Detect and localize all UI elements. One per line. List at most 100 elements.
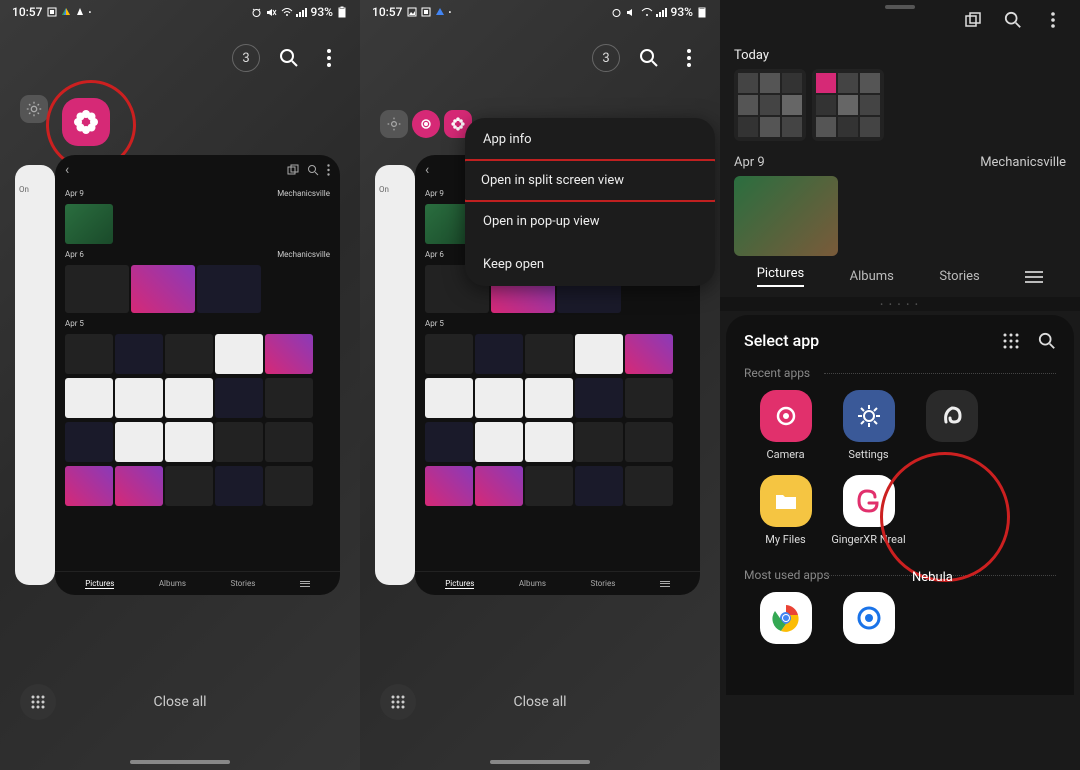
- app-chrome[interactable]: [744, 592, 827, 650]
- app-nebula[interactable]: .: [910, 390, 993, 461]
- photo-thumb[interactable]: [65, 466, 113, 506]
- menu-app-info[interactable]: App info: [465, 118, 715, 161]
- photo-thumb[interactable]: [425, 422, 473, 462]
- app-camera[interactable]: Camera: [744, 390, 827, 461]
- back-icon[interactable]: ‹: [425, 162, 429, 178]
- close-all-button[interactable]: Close all: [153, 694, 206, 710]
- photo-thumb[interactable]: [575, 334, 623, 374]
- back-icon[interactable]: ‹: [65, 162, 69, 178]
- card-more-icon[interactable]: [327, 164, 330, 176]
- more-icon[interactable]: [1042, 9, 1064, 31]
- drag-handle[interactable]: [885, 5, 915, 9]
- home-indicator[interactable]: [490, 760, 590, 764]
- photo-thumb[interactable]: [525, 334, 573, 374]
- photo-thumb[interactable]: [734, 176, 838, 256]
- recents-card-gallery[interactable]: ‹ Apr 9 Mechanicsville Apr 6 Mechanicsvi…: [55, 155, 340, 595]
- photo-thumb[interactable]: [131, 265, 195, 313]
- recents-count-badge[interactable]: 3: [592, 44, 620, 72]
- card-search-icon[interactable]: [307, 164, 319, 176]
- app-authenticator[interactable]: [827, 592, 910, 650]
- card-multi-window-icon[interactable]: [287, 164, 299, 176]
- more-icon[interactable]: [678, 47, 700, 69]
- photo-thumb[interactable]: [215, 378, 263, 418]
- photo-thumb[interactable]: [525, 466, 573, 506]
- camera-app-icon[interactable]: [412, 110, 440, 138]
- photo-thumb[interactable]: [425, 378, 473, 418]
- tab-albums[interactable]: Albums: [850, 269, 894, 284]
- tab-albums[interactable]: Albums: [519, 579, 546, 588]
- tab-pictures[interactable]: Pictures: [445, 579, 474, 589]
- photo-thumb[interactable]: [625, 466, 673, 506]
- photo-thumb[interactable]: [525, 378, 573, 418]
- photo-thumb[interactable]: [65, 204, 113, 244]
- tab-pictures[interactable]: Pictures: [85, 579, 114, 589]
- photo-thumb[interactable]: [215, 466, 263, 506]
- search-icon[interactable]: [1002, 9, 1024, 31]
- photo-thumb[interactable]: [425, 466, 473, 506]
- recents-count-badge[interactable]: 3: [232, 44, 260, 72]
- app-files[interactable]: My Files: [744, 475, 827, 546]
- photo-thumb[interactable]: [115, 334, 163, 374]
- photo-thumb[interactable]: [475, 422, 523, 462]
- gallery-app-icon[interactable]: [62, 98, 110, 146]
- photo-thumb[interactable]: [115, 422, 163, 462]
- tab-pictures[interactable]: Pictures: [757, 266, 804, 287]
- app-settings[interactable]: Settings: [827, 390, 910, 461]
- search-icon[interactable]: [278, 47, 300, 69]
- settings-app-icon[interactable]: [380, 110, 408, 138]
- menu-popup-view[interactable]: Open in pop-up view: [465, 200, 715, 243]
- photo-thumb[interactable]: [65, 265, 129, 313]
- photo-thumb[interactable]: [265, 334, 313, 374]
- menu-keep-open[interactable]: Keep open: [465, 243, 715, 286]
- photo-thumb[interactable]: [215, 334, 263, 374]
- photo-thumb[interactable]: [575, 378, 623, 418]
- photo-thumb[interactable]: [65, 378, 113, 418]
- menu-icon[interactable]: [1025, 271, 1043, 283]
- photo-thumb[interactable]: [115, 378, 163, 418]
- photo-thumb[interactable]: [734, 69, 806, 141]
- photo-thumb[interactable]: [265, 422, 313, 462]
- apps-grid-icon[interactable]: [1002, 332, 1020, 350]
- tab-stories[interactable]: Stories: [590, 579, 615, 588]
- photo-thumb[interactable]: [475, 334, 523, 374]
- split-divider[interactable]: • • • • •: [720, 297, 1080, 311]
- tab-albums[interactable]: Albums: [159, 579, 186, 588]
- photo-thumb[interactable]: [265, 466, 313, 506]
- photo-thumb[interactable]: [65, 422, 113, 462]
- recents-card-behind[interactable]: On: [15, 165, 55, 585]
- photo-thumb[interactable]: [265, 378, 313, 418]
- menu-split-screen[interactable]: Open in split screen view: [465, 159, 715, 202]
- apps-grid-button[interactable]: [380, 684, 416, 720]
- photo-thumb[interactable]: [115, 466, 163, 506]
- home-indicator[interactable]: [130, 760, 230, 764]
- photo-thumb[interactable]: [812, 69, 884, 141]
- photo-thumb[interactable]: [65, 334, 113, 374]
- photo-thumb[interactable]: [165, 466, 213, 506]
- menu-icon[interactable]: [660, 581, 670, 587]
- photo-thumb[interactable]: [575, 422, 623, 462]
- multi-window-icon[interactable]: [962, 9, 984, 31]
- tab-stories[interactable]: Stories: [230, 579, 255, 588]
- photo-thumb[interactable]: [625, 422, 673, 462]
- apps-grid-button[interactable]: [20, 684, 56, 720]
- photo-thumb[interactable]: [475, 378, 523, 418]
- photo-thumb[interactable]: [165, 378, 213, 418]
- recents-card-behind[interactable]: On: [375, 165, 415, 585]
- photo-thumb[interactable]: [215, 422, 263, 462]
- close-all-button[interactable]: Close all: [513, 694, 566, 710]
- photo-thumb[interactable]: [475, 466, 523, 506]
- photo-thumb[interactable]: [625, 334, 673, 374]
- photo-thumb[interactable]: [625, 378, 673, 418]
- photo-thumb[interactable]: [575, 466, 623, 506]
- photo-thumb[interactable]: [197, 265, 261, 313]
- search-icon[interactable]: [638, 47, 660, 69]
- photo-thumb[interactable]: [165, 422, 213, 462]
- photo-thumb[interactable]: [165, 334, 213, 374]
- photo-thumb[interactable]: [525, 422, 573, 462]
- settings-app-icon[interactable]: [20, 95, 48, 123]
- more-icon[interactable]: [318, 47, 340, 69]
- tab-stories[interactable]: Stories: [939, 269, 979, 284]
- photo-thumb[interactable]: [425, 334, 473, 374]
- app-gingerxr[interactable]: GingerXR Nreal: [827, 475, 910, 546]
- menu-icon[interactable]: [300, 581, 310, 587]
